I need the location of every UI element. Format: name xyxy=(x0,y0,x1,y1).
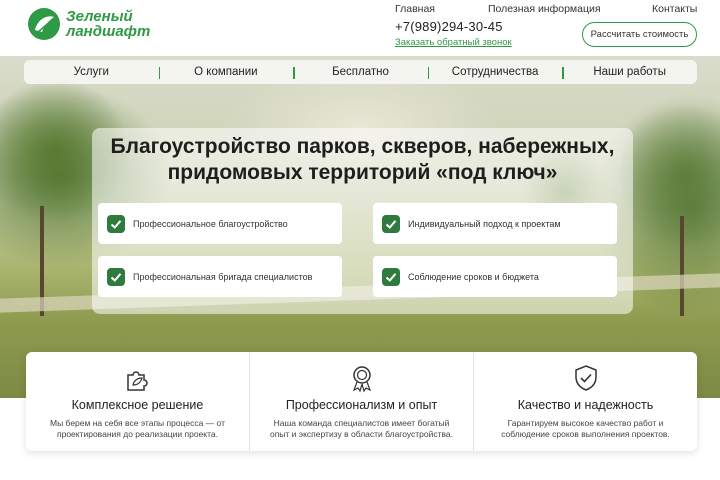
calculate-cost-button[interactable]: Рассчитать стоимость xyxy=(582,22,697,47)
menu-item-free[interactable]: Бесплатно xyxy=(293,66,428,79)
feature-item: Профессиональное благоустройство xyxy=(98,203,342,244)
site-header: Зеленый ландшафт Главная Полезная информ… xyxy=(0,0,720,56)
card-text-line: опыт и экспертизу в области благоустройс… xyxy=(269,429,454,439)
card-text-line: Наша команда специалистов имеет богатый xyxy=(273,418,450,428)
logo-line2: ландшафт xyxy=(66,23,151,40)
menu-item-cooperation[interactable]: Сотрудничества xyxy=(427,66,563,79)
leaf-logo-icon xyxy=(28,8,60,40)
card-text: Наша команда специалистов имеет богатый … xyxy=(268,418,455,440)
phone-number[interactable]: +7(989)294-30-45 xyxy=(395,19,503,34)
tree-trunk xyxy=(680,216,684,316)
card-text-line: соблюдение сроков выполнения проектов. xyxy=(501,429,670,439)
tree-decoration xyxy=(620,96,720,256)
advantage-card: Качество и надежность Гарантируем высоко… xyxy=(473,352,697,451)
advantages-cards: Комплексное решение Мы берем на себя все… xyxy=(26,352,697,451)
logo-text: Зеленый ландшафт xyxy=(66,9,150,39)
check-icon xyxy=(382,214,400,233)
menu-item-services[interactable]: Услуги xyxy=(24,66,159,78)
menu-item-our-works[interactable]: Наши работы xyxy=(562,66,697,79)
feature-label: Соблюдение сроков и бюджета xyxy=(408,271,539,282)
advantage-card: Комплексное решение Мы берем на себя все… xyxy=(26,352,249,451)
card-title: Комплексное решение xyxy=(71,398,204,412)
card-text-line: Гарантируем высокое качество работ и xyxy=(507,418,664,428)
award-medal-icon xyxy=(352,366,371,393)
check-icon xyxy=(382,267,400,286)
card-title: Качество и надежность xyxy=(517,398,654,412)
nav-link-contacts[interactable]: Контакты xyxy=(652,3,697,15)
feature-label: Профессиональное благоустройство xyxy=(133,218,288,229)
nav-link-useful-info[interactable]: Полезная информация xyxy=(488,3,601,15)
feature-item: Профессиональная бригада специалистов xyxy=(98,256,342,297)
hero-title: Благоустройство парков, скверов, набереж… xyxy=(92,134,633,186)
puzzle-leaf-icon xyxy=(126,371,148,391)
card-text: Гарантируем высокое качество работ и соб… xyxy=(492,418,679,440)
advantage-card: Профессионализм и опыт Наша команда спец… xyxy=(249,352,473,451)
hero-title-line2: придомовых территорий «под ключ» xyxy=(167,161,558,184)
nav-link-home[interactable]: Главная xyxy=(395,3,435,15)
logo-line1: Зеленый xyxy=(66,8,133,25)
feature-label: Профессиональная бригада специалистов xyxy=(133,271,313,282)
callback-link[interactable]: Заказать обратный звонок xyxy=(395,37,512,48)
menu-item-about[interactable]: О компании xyxy=(158,66,294,79)
card-text-line: проектирования до реализации проекта. xyxy=(56,429,219,439)
main-menu: Услуги О компании Бесплатно Сотрудничест… xyxy=(24,60,697,84)
card-text-line: Мы берем на себя все этапы процесса — от xyxy=(50,418,225,428)
check-icon xyxy=(107,214,125,233)
feature-item: Соблюдение сроков и бюджета xyxy=(373,256,617,297)
feature-item: Индивидуальный подход к проектам xyxy=(373,203,617,244)
check-icon xyxy=(107,267,125,286)
logo[interactable]: Зеленый ландшафт xyxy=(28,8,150,40)
hero-title-line1: Благоустройство парков, скверов, набереж… xyxy=(110,135,615,158)
card-title: Профессионализм и опыт xyxy=(285,398,438,412)
card-text: Мы берем на себя все этапы процесса — от… xyxy=(44,418,231,440)
feature-label: Индивидуальный подход к проектам xyxy=(408,218,561,229)
shield-check-icon xyxy=(574,365,597,391)
